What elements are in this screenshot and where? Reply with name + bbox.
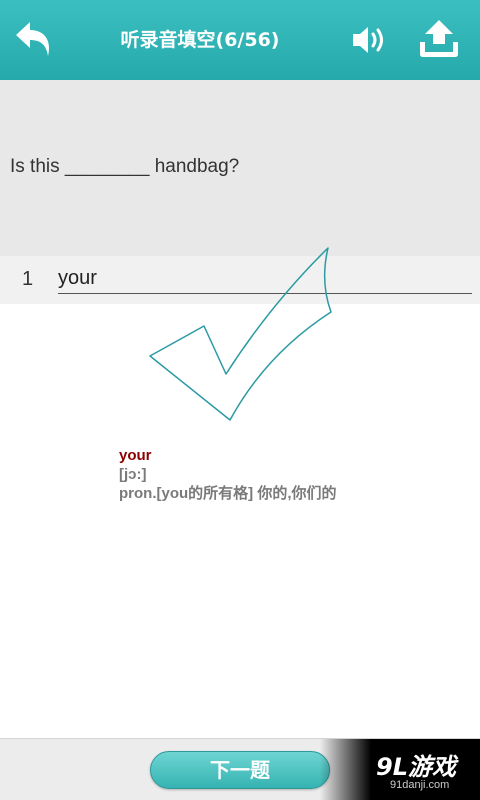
top-bar: 听录音填空(6/56) xyxy=(0,0,480,80)
word-definition: your [jɔ:] pron.[you的所有格] 你的,你们的 xyxy=(119,446,337,503)
page-title: 听录音填空(6/56) xyxy=(120,29,280,51)
speaker-icon xyxy=(353,27,383,53)
back-arrow-icon xyxy=(16,22,50,56)
back-button[interactable] xyxy=(12,16,56,64)
answer-number: 1 xyxy=(22,268,34,290)
play-audio-button[interactable] xyxy=(350,22,388,58)
definition-phonetic: [jɔ:] xyxy=(119,466,147,483)
bottom-bar: 下一题 9L游戏 91danji.com xyxy=(0,738,480,800)
question-text: Is this ________ handbag? xyxy=(10,156,240,177)
watermark: 9L游戏 91danji.com xyxy=(320,739,480,800)
question-panel: Is this ________ handbag? xyxy=(0,80,480,256)
upload-icon xyxy=(420,20,458,57)
definition-word: your xyxy=(119,447,152,464)
definition-meaning: pron.[you的所有格] 你的,你们的 xyxy=(119,485,337,502)
check-mark-icon xyxy=(149,247,332,421)
watermark-logo: 9L游戏 xyxy=(376,753,456,781)
next-question-button[interactable]: 下一题 xyxy=(150,751,330,789)
upload-button[interactable] xyxy=(414,16,464,62)
watermark-url: 91danji.com xyxy=(390,779,450,791)
